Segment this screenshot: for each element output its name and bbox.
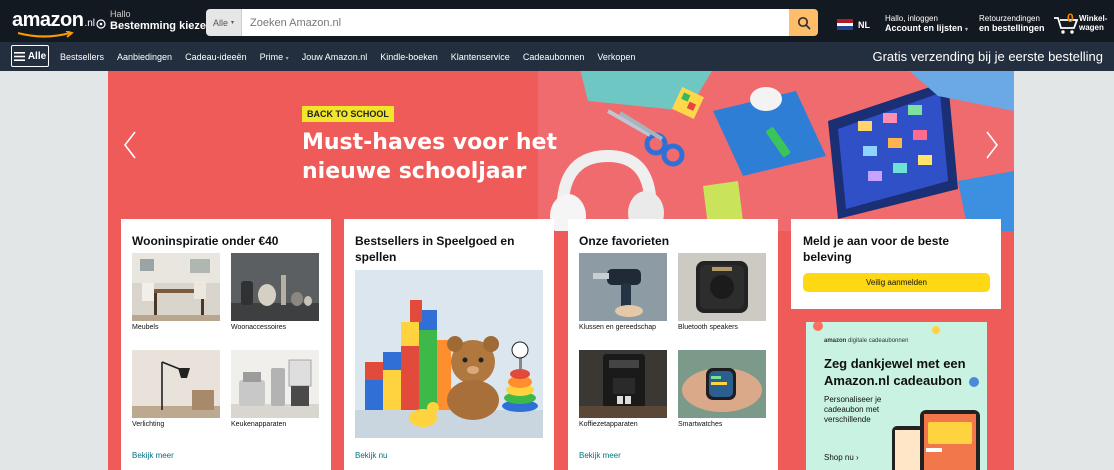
all-menu-label: Alle (27, 50, 47, 62)
chevron-left-icon[interactable] (118, 128, 142, 162)
nl-flag-icon (837, 19, 853, 31)
account-greeting: Hallo, inloggen (885, 14, 938, 23)
cart-label-1: Winkel- (1079, 14, 1108, 23)
signin-title: Meld je aan voor de beste beleving (803, 234, 950, 264)
card-home-inspiration: Wooninspiratie onder €40 Meubels Woonacc… (121, 219, 331, 470)
account-menu[interactable]: Hallo, inloggen Account en lijsten ▾ (885, 14, 968, 36)
card-our-favorites: Onze favorieten Klussen en gereedschap B… (568, 219, 778, 470)
chevron-right-icon[interactable] (980, 128, 1004, 162)
tile-lighting[interactable]: Verlichting (132, 350, 220, 428)
language-selector[interactable]: NL (837, 19, 870, 31)
smile-arrow-icon (17, 31, 74, 38)
nav-link-sell[interactable]: Verkopen (597, 52, 635, 62)
nav-link-deals[interactable]: Aanbiedingen (117, 52, 172, 62)
free-shipping-promo[interactable]: Gratis verzending bij je eerste bestelli… (872, 49, 1103, 64)
gift-ad-brand: amazon digitale cadeaubonnen (824, 338, 908, 344)
tile-caption: Smartwatches (678, 421, 723, 428)
nav-link-prime-label: Prime (259, 51, 284, 62)
search-category-label: Alle (212, 17, 228, 28)
secure-signin-button[interactable]: Veilig aanmelden (803, 273, 990, 292)
gift-ad-subtitle: Personaliseer je cadeaubon met verschill… (824, 395, 882, 424)
top-nav: amazon.nl Hallo Bestemming kiezen Alle ▾ (0, 0, 1114, 42)
cart-count: 0 (1067, 11, 1074, 25)
search-input[interactable] (242, 9, 789, 36)
see-now-link[interactable]: Bekijk nu (355, 451, 387, 460)
nav-link-gift-cards[interactable]: Cadeaubonnen (523, 52, 585, 62)
tile-home-accessories[interactable]: Woonaccessoires (231, 253, 319, 331)
tile-caption: Keukenapparaten (231, 421, 287, 428)
tile-caption: Bluetooth speakers (678, 324, 738, 331)
kitchen-appliances-image (231, 350, 319, 418)
tile-caption: Meubels (132, 324, 159, 331)
signin-card: Meld je aan voor de beste beleving Veili… (791, 219, 1001, 309)
card-title: Bestsellers in Speelgoed en spellen (355, 234, 515, 264)
see-more-link[interactable]: Bekijk meer (132, 451, 174, 460)
card-title: Onze favorieten (579, 234, 670, 248)
nav-link-gift-ideas[interactable]: Cadeau-ideeën (185, 52, 247, 62)
gift-ad-brand-suffix: digitale cadeaubonnen (848, 338, 909, 344)
cart-label-2: wagen (1079, 23, 1104, 32)
speakers-image (678, 253, 766, 321)
gift-ad-title: Zeg dankjewel met een Amazon.nl cadeaubo… (824, 356, 966, 388)
deliver-destination: Bestemming kiezen (110, 20, 213, 32)
gift-ad-brand-logo: amazon (824, 338, 847, 344)
tile-coffee-machines[interactable]: Koffiezetapparaten (579, 350, 667, 428)
location-pin-icon (96, 19, 106, 29)
card-title: Wooninspiratie onder €40 (132, 234, 279, 248)
toys-image[interactable] (355, 270, 543, 438)
logo-wordmark: amazon (12, 9, 84, 31)
tools-image (579, 253, 667, 321)
all-menu-button[interactable]: Alle (11, 45, 49, 67)
search-button[interactable] (789, 9, 818, 36)
see-more-link[interactable]: Bekijk meer (579, 451, 621, 460)
tile-furniture[interactable]: Meubels (132, 253, 220, 331)
deliver-greeting: Hallo (110, 9, 131, 19)
tile-smartwatches[interactable]: Smartwatches (678, 350, 766, 428)
orders-label: en bestellingen (979, 23, 1045, 33)
tile-caption: Koffiezetapparaten (579, 421, 638, 428)
hamburger-icon (13, 51, 25, 61)
nav-link-your-amazon[interactable]: Jouw Amazon.nl (302, 52, 368, 62)
caret-down-icon: ▾ (231, 20, 235, 26)
returns-orders[interactable]: Retourzendingen en bestellingen (979, 14, 1045, 34)
returns-label: Retourzendingen (979, 14, 1040, 23)
secondary-nav: Alle Bestsellers Aanbiedingen Cadeau-ide… (0, 42, 1114, 71)
nav-link-kindle[interactable]: Kindle-boeken (380, 52, 438, 62)
caret-down-icon: ▾ (285, 55, 289, 62)
nav-link-bestsellers[interactable]: Bestsellers (60, 52, 104, 62)
lighting-image (132, 350, 220, 418)
home-accessories-image (231, 253, 319, 321)
hero-title: Must-haves voor het nieuwe schooljaar (302, 130, 557, 184)
tile-caption: Woonaccessoires (231, 324, 287, 331)
language-label: NL (858, 19, 870, 30)
search-bar: Alle ▾ (206, 9, 818, 36)
coffee-machine-image (579, 350, 667, 418)
cart-button[interactable]: 0 Winkel- wagen (1053, 11, 1109, 37)
hero-product-illustration (538, 71, 1014, 231)
gift-card-ad[interactable]: amazon digitale cadeaubonnen Zeg dankjew… (806, 322, 987, 470)
search-category-select[interactable]: Alle ▾ (206, 9, 242, 36)
logo-tld: .nl (84, 18, 96, 29)
smartwatch-image (678, 350, 766, 418)
caret-down-icon: ▾ (965, 27, 969, 33)
tile-tools[interactable]: Klussen en gereedschap (579, 253, 667, 331)
amazon-logo[interactable]: amazon.nl (12, 9, 95, 38)
shop-now-link[interactable]: Shop nu › (824, 453, 859, 462)
tile-caption: Verlichting (132, 421, 165, 428)
tile-bluetooth-speakers[interactable]: Bluetooth speakers (678, 253, 766, 331)
tile-caption: Klussen en gereedschap (579, 324, 657, 331)
card-toys-bestsellers: Bestsellers in Speelgoed en spellen Beki… (344, 219, 554, 470)
account-lists-label: Account en lijsten (885, 23, 963, 33)
hero-badge: BACK TO SCHOOL (302, 106, 394, 122)
nav-link-prime[interactable]: Prime ▾ (260, 52, 289, 62)
search-icon (797, 16, 811, 30)
furniture-image (132, 253, 220, 321)
tile-kitchen-appliances[interactable]: Keukenapparaten (231, 350, 319, 428)
nav-link-customer-service[interactable]: Klantenservice (451, 52, 510, 62)
cart-icon (1054, 17, 1079, 34)
